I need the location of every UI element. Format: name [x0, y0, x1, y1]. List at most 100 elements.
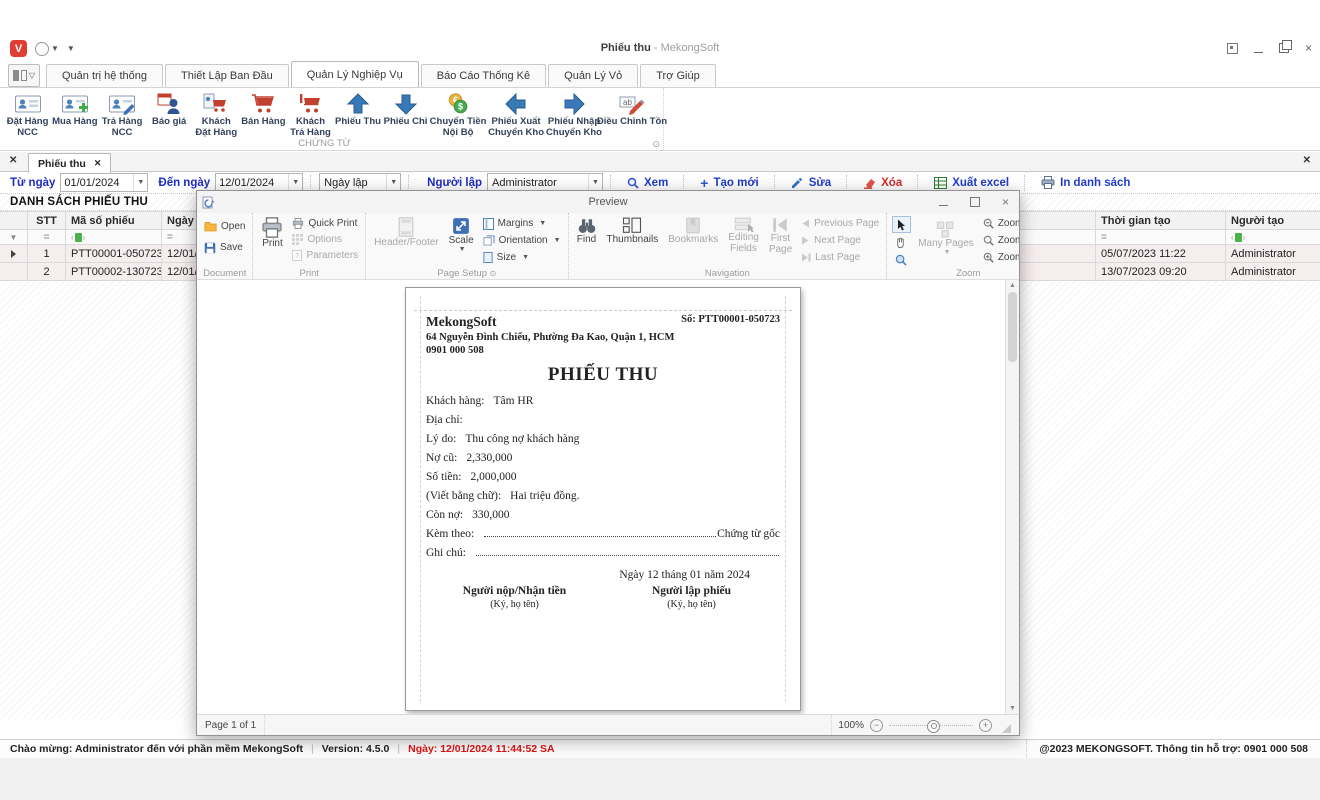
preview-minimize-button[interactable]	[939, 205, 948, 206]
save-button[interactable]: Save	[202, 240, 247, 255]
to-date-value[interactable]	[216, 177, 288, 189]
ribbon-item-dat-hang-ncc[interactable]: Đặt Hàng NCC	[4, 90, 51, 140]
group-launcher-icon[interactable]: ⊙	[652, 139, 660, 150]
ribbon-item-phieu-xuat-chuyen-kho[interactable]: Phiếu Xuất Chuyển Kho	[487, 90, 545, 140]
margins-button[interactable]: Margins▼	[481, 216, 563, 231]
group-launcher-icon[interactable]: ⊙	[490, 269, 497, 278]
print-list-button[interactable]: In danh sách	[1033, 176, 1138, 189]
ribbon-item-chuyen-tien-noi-bo[interactable]: €$ Chuyển Tiền Nội Bộ	[429, 90, 487, 140]
column-header-code[interactable]: Mã số phiếu	[66, 211, 162, 230]
ribbon-item-phieu-nhap-chuyen-kho[interactable]: Phiếu Nhập Chuyển Kho	[545, 90, 603, 140]
cell-stt[interactable]: 2	[28, 263, 66, 281]
filter-cell-stt[interactable]: =	[28, 230, 66, 245]
chevron-down-icon[interactable]: ▼	[588, 174, 602, 191]
scale-button[interactable]: Scale ▼	[446, 216, 477, 254]
cell-creator[interactable]: Administrator	[1226, 245, 1320, 263]
close-tab-icon[interactable]: ✕	[94, 158, 102, 169]
close-button[interactable]: ×	[1305, 41, 1312, 55]
cell-created[interactable]: 13/07/2023 09:20	[1096, 263, 1226, 281]
tab-bao-cao-thong-ke[interactable]: Báo Cáo Thống Kê	[421, 64, 546, 87]
tab-tro-giup[interactable]: Trợ Giúp	[640, 64, 715, 87]
filter-cell-creator[interactable]: ‹›	[1226, 230, 1320, 245]
filter-cell-created[interactable]: =	[1096, 230, 1226, 245]
from-date-value[interactable]	[61, 177, 133, 189]
column-header-created[interactable]: Thời gian tạo	[1096, 211, 1226, 230]
column-header-stt[interactable]: STT	[28, 211, 66, 230]
ribbon-item-ban-hang[interactable]: Bán Hàng	[240, 90, 287, 129]
zoom-in-button[interactable]: Zoom In	[981, 250, 1019, 265]
chevron-down-icon[interactable]: ▼	[133, 174, 147, 191]
tab-thiet-lap-ban-dau[interactable]: Thiết Lập Ban Đầu	[165, 64, 289, 87]
ribbon-item-dieu-chinh-ton[interactable]: ab Điều Chỉnh Tồn	[603, 90, 661, 129]
hand-tool-button[interactable]	[892, 235, 909, 250]
resize-grip[interactable]	[1002, 724, 1011, 733]
ribbon-item-phieu-chi[interactable]: Phiếu Chi	[382, 90, 429, 129]
signature-left: Người nộp/Nhận tiền (Ký, họ tên)	[426, 585, 603, 610]
delete-button[interactable]: Xóa	[855, 177, 910, 189]
doc-tab-phieu-thu[interactable]: Phiếu thu ✕	[28, 153, 111, 173]
tab-quan-ly-vo[interactable]: Quản Lý Vỏ	[548, 64, 638, 87]
zoom-out-button[interactable]: Zoom Out	[981, 216, 1019, 231]
thumbnails-button[interactable]: Thumbnails	[604, 216, 662, 246]
preview-toolbar: Open Save Document Print Quick Print	[197, 213, 1019, 280]
ribbon-item-khach-tra-hang[interactable]: Khách Trả Hàng	[287, 90, 334, 140]
edit-button[interactable]: Sửa	[783, 177, 839, 189]
previous-page-button: Previous Page	[799, 216, 881, 231]
create-new-button[interactable]: + Tạo mới	[692, 177, 766, 189]
preview-maximize-button[interactable]	[970, 197, 980, 207]
tab-quan-ly-nghiep-vu[interactable]: Quản Lý Nghiệp Vụ	[291, 61, 419, 87]
cell-code[interactable]: PTT00001-050723	[66, 245, 162, 263]
find-button[interactable]: Find	[574, 216, 600, 246]
quote-person-icon	[157, 91, 181, 117]
scroll-down-icon[interactable]: ▼	[1009, 705, 1016, 712]
zoom-percent: 100%	[838, 720, 864, 731]
cell-stt[interactable]: 1	[28, 245, 66, 263]
print-button[interactable]: Print	[258, 216, 286, 250]
doc-tab-label: Phiếu thu	[38, 158, 86, 170]
ribbon-item-phieu-thu[interactable]: Phiếu Thu	[334, 90, 382, 129]
layout-selector-button[interactable]: ▽	[8, 64, 40, 87]
ribbon-item-khach-dat-hang[interactable]: Khách Đặt Hàng	[193, 90, 240, 140]
preview-scrollbar[interactable]: ▲ ▼	[1005, 280, 1019, 714]
scroll-up-icon[interactable]: ▲	[1009, 282, 1016, 289]
scrollbar-thumb[interactable]	[1008, 292, 1017, 362]
chevron-down-icon[interactable]: ▼	[288, 174, 302, 191]
cell-created[interactable]: 05/07/2023 11:22	[1096, 245, 1226, 263]
cell-code[interactable]: PTT00002-130723	[66, 263, 162, 281]
zoom-plus-button[interactable]: +	[979, 719, 992, 732]
tab-quan-tri-he-thong[interactable]: Quản trị hệ thống	[46, 64, 163, 87]
zoom-button[interactable]: Zoom▼	[981, 233, 1019, 248]
close-strip-button[interactable]: ✕	[1303, 155, 1311, 166]
chevron-down-icon[interactable]: ▼	[386, 174, 400, 191]
preview-titlebar[interactable]: Preview ×	[197, 191, 1019, 213]
preview-window: Preview × Open Save Document	[196, 190, 1020, 736]
ribbon-item-bao-gia[interactable]: Báo giá	[146, 90, 193, 129]
bookmarks-label: Bookmarks	[668, 234, 718, 245]
pointer-tool-button[interactable]	[892, 216, 911, 233]
print-label: Print	[262, 238, 283, 249]
ribbon-item-mua-hang[interactable]: Mua Hàng	[51, 90, 98, 129]
zoom-slider[interactable]	[889, 725, 973, 726]
cell-creator[interactable]: Administrator	[1226, 263, 1320, 281]
zoom-tool-button[interactable]	[892, 252, 909, 267]
quick-print-button[interactable]: Quick Print	[290, 216, 360, 231]
smart-tag-icon[interactable]	[1227, 43, 1238, 54]
from-date-input[interactable]: ▼	[60, 173, 148, 192]
preview-close-button[interactable]: ×	[1002, 195, 1009, 209]
size-button[interactable]: Size▼	[481, 250, 563, 265]
dotted-leader	[484, 536, 716, 537]
export-excel-button[interactable]: Xuất excel	[926, 177, 1017, 189]
filter-cell-code[interactable]: ‹›	[66, 230, 162, 245]
column-header-creator[interactable]: Người tạo	[1226, 211, 1320, 230]
group-navigation: Find Thumbnails Bookmarks EditingFields …	[569, 213, 888, 279]
view-button[interactable]: Xem	[619, 177, 676, 189]
restore-button[interactable]	[1279, 43, 1289, 53]
zoom-minus-button[interactable]: −	[870, 719, 883, 732]
orientation-button[interactable]: Orientation▼	[481, 233, 563, 248]
open-button[interactable]: Open	[202, 219, 247, 234]
filter-row-indicator: ▼	[0, 230, 28, 245]
ribbon-item-tra-hang-ncc[interactable]: Trả Hàng NCC	[99, 90, 146, 140]
zoom-slider-knob[interactable]	[927, 720, 940, 733]
minimize-button[interactable]	[1254, 52, 1263, 53]
close-all-tabs-button[interactable]: ✕	[9, 155, 17, 166]
